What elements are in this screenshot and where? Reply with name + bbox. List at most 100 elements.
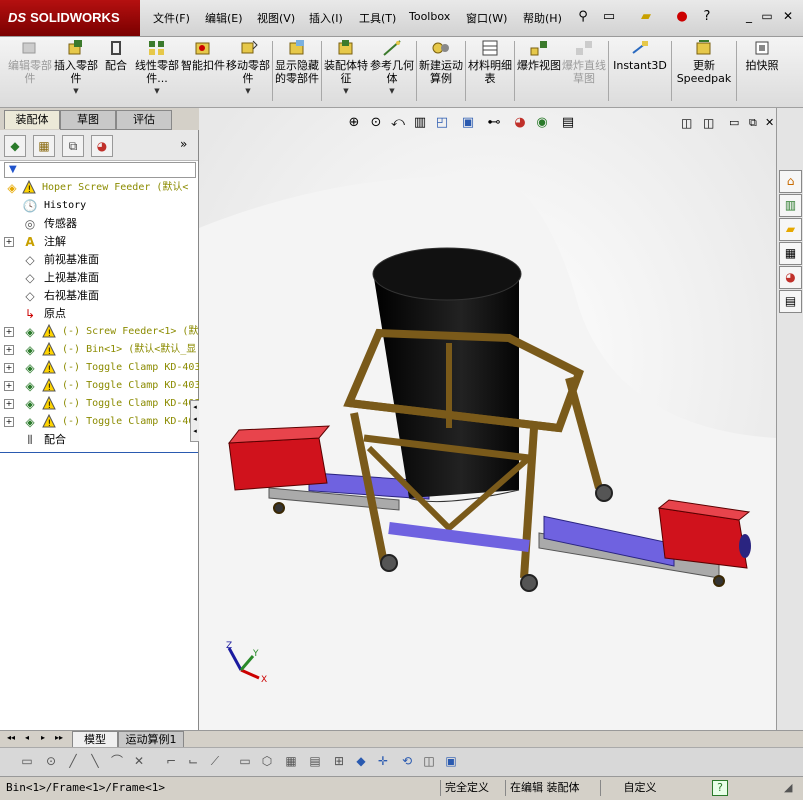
bom-button[interactable]: 材料明细表 <box>468 39 512 85</box>
units-selector[interactable]: 自定义 <box>600 780 675 796</box>
help-icon[interactable]: ? <box>712 780 728 796</box>
menu-help[interactable]: 帮助(H) <box>523 10 562 26</box>
tree-item-annotations[interactable]: + A 注解 <box>0 233 198 251</box>
graphics-area[interactable]: Z X Y ⊕ ⊙ ⤺ ▥ ◰ ▣ ⊷ ◕ ◉ ▤ ◫ ◫ ▭ ⧉ ✕ <box>199 108 776 730</box>
tree-item-right-plane[interactable]: ◇ 右视基准面 <box>0 287 198 305</box>
tab-sketch[interactable]: 草图 <box>60 110 116 130</box>
rectangle-icon[interactable]: ▭ <box>236 752 254 770</box>
move-entities-icon[interactable]: ✛ <box>374 752 392 770</box>
tab-evaluate[interactable]: 评估 <box>116 110 172 130</box>
assembly-feature-button[interactable]: 装配体特征 ▼ <box>324 39 368 98</box>
file-explorer-icon[interactable]: ▰ <box>779 218 802 241</box>
new-motion-study-button[interactable]: 新建运动算例 <box>419 39 463 85</box>
sketch-icon[interactable]: ▭ <box>18 752 36 770</box>
view-orientation-icon[interactable]: ◰ <box>433 114 451 132</box>
menu-toolbox[interactable]: Toolbox <box>409 10 450 23</box>
expand-icon[interactable]: + <box>4 363 14 373</box>
menu-edit[interactable]: 编辑(E) <box>205 10 243 26</box>
reference-geometry-button[interactable]: 参考几何体 ▼ <box>370 39 414 98</box>
show-hidden-components-button[interactable]: 显示隐藏的零部件 <box>275 39 319 85</box>
tile-horizontal-icon[interactable]: ◫ <box>681 116 692 130</box>
mate-button[interactable]: 配合 <box>100 39 132 72</box>
view-palette-icon[interactable]: ▦ <box>779 242 802 265</box>
custom-properties-icon[interactable]: ▤ <box>779 290 802 313</box>
update-speedpak-button[interactable]: 更新Speedpak <box>676 39 732 85</box>
feature-icon[interactable]: ◆ <box>352 752 370 770</box>
expand-icon[interactable]: + <box>4 417 14 427</box>
polygon-icon[interactable]: ⬡ <box>258 752 276 770</box>
smart-fastener-button[interactable]: 智能扣件 <box>181 39 225 72</box>
tree-item-toggle-clamp-3[interactable]: + ◈ ! (-) Toggle Clamp KD-403 <box>0 395 200 413</box>
tree-item-screw-feeder[interactable]: + ◈ ! (-) Screw Feeder<1> (默认 <box>0 323 208 341</box>
appearances-icon[interactable]: ◕ <box>779 266 802 289</box>
fillet-icon[interactable]: ⌐ <box>162 752 180 770</box>
apply-scene-icon[interactable]: ◉ <box>533 114 551 132</box>
new-document-icon[interactable]: ▭ <box>600 8 618 26</box>
tab-assembly[interactable]: 装配体 <box>4 110 60 129</box>
expand-panel-icon[interactable]: » <box>180 137 187 151</box>
menu-view[interactable]: 视图(V) <box>257 10 295 26</box>
rebuild-icon[interactable]: ● <box>673 8 691 26</box>
tree-item-front-plane[interactable]: ◇ 前视基准面 <box>0 251 198 269</box>
tree-item-top-plane[interactable]: ◇ 上视基准面 <box>0 269 198 287</box>
dropdown-arrow-icon[interactable]: ▼ <box>370 85 414 98</box>
expand-icon[interactable]: + <box>4 345 14 355</box>
instant3d-button[interactable]: Instant3D <box>612 39 668 72</box>
doc-close-button[interactable]: ✕ <box>765 116 774 129</box>
next-tab-arrow-icon[interactable]: ▸ <box>38 733 48 743</box>
tile-vertical-icon[interactable]: ◫ <box>703 116 714 130</box>
expand-icon[interactable]: + <box>4 381 14 391</box>
tab-model[interactable]: 模型 <box>72 731 118 748</box>
dropdown-arrow-icon[interactable]: ▼ <box>324 85 368 98</box>
last-tab-arrow-icon[interactable]: ▸▸ <box>54 733 64 743</box>
menu-tools[interactable]: 工具(T) <box>359 10 396 26</box>
move-component-button[interactable]: 移动零部件 ▼ <box>226 39 270 98</box>
arc-icon[interactable]: ⌒ <box>108 752 126 770</box>
tree-item-toggle-clamp-4[interactable]: + ◈ ! (-) Toggle Clamp KD-403 <box>0 413 200 431</box>
exploded-view-button[interactable]: 爆炸视图 <box>517 39 561 72</box>
expand-icon[interactable]: + <box>4 237 14 247</box>
tree-item-mates[interactable]: ⫴ 配合 <box>0 431 198 449</box>
minimize-button[interactable]: _ <box>742 9 756 23</box>
centerline-icon[interactable]: ╲ <box>86 752 104 770</box>
hide-show-items-icon[interactable]: ⊷ <box>485 114 503 132</box>
edit-appearance-icon[interactable]: ◕ <box>511 114 529 132</box>
zoom-to-fit-icon[interactable]: ⊕ <box>345 114 363 132</box>
rotate-icon[interactable]: ⟲ <box>398 752 416 770</box>
zoom-to-area-icon[interactable]: ⊙ <box>367 114 385 132</box>
dimension-icon[interactable]: ⊞ <box>330 752 348 770</box>
take-snapshot-button[interactable]: 拍快照 <box>740 39 784 72</box>
grid-icon[interactable]: ▦ <box>282 752 300 770</box>
dropdown-arrow-icon[interactable]: ▼ <box>135 85 179 98</box>
offset-icon[interactable]: ⟋ <box>206 752 224 770</box>
cube-icon[interactable]: ◫ <box>420 752 438 770</box>
resources-icon[interactable]: ⌂ <box>779 170 802 193</box>
tree-item-toggle-clamp-2[interactable]: + ◈ ! (-) Toggle Clamp KD-403 <box>0 377 200 395</box>
property-manager-icon[interactable]: ▦ <box>33 135 55 157</box>
doc-minimize-button[interactable]: ▭ <box>729 116 739 129</box>
line-icon[interactable]: ╱ <box>64 752 82 770</box>
prev-tab-arrow-icon[interactable]: ◂ <box>22 733 32 743</box>
design-library-icon[interactable]: ▥ <box>779 194 802 217</box>
expand-icon[interactable]: + <box>4 399 14 409</box>
linear-pattern-button[interactable]: 线性零部件... ▼ <box>135 39 179 98</box>
section-view-icon[interactable]: ▥ <box>411 114 429 132</box>
close-button[interactable]: ✕ <box>781 9 795 23</box>
tab-motion-study[interactable]: 运动算例1 <box>118 731 184 748</box>
edit-component-button[interactable]: 编辑零部件 <box>8 39 52 85</box>
dropdown-arrow-icon[interactable]: ▼ <box>226 85 270 98</box>
chamfer-icon[interactable]: ⌙ <box>184 752 202 770</box>
menu-insert[interactable]: 插入(I) <box>309 10 343 26</box>
view-settings-icon[interactable]: ▤ <box>559 114 577 132</box>
feature-manager-icon[interactable]: ◆ <box>4 135 26 157</box>
open-icon[interactable]: ▰ <box>637 8 655 26</box>
tree-item-toggle-clamp-1[interactable]: + ◈ ! (-) Toggle Clamp KD-403 <box>0 359 200 377</box>
menu-window[interactable]: 窗口(W) <box>466 10 507 26</box>
pin-icon[interactable]: ⚲ <box>574 8 592 26</box>
menu-file[interactable]: 文件(F) <box>153 10 190 26</box>
point-icon[interactable]: ⊙ <box>42 752 60 770</box>
solidworks-logo[interactable]: DS SOLIDWORKS <box>0 0 140 36</box>
feature-filter[interactable]: ▼ <box>4 162 196 178</box>
doc-restore-button[interactable]: ⧉ <box>749 116 757 130</box>
display-manager-icon[interactable]: ◕ <box>91 135 113 157</box>
